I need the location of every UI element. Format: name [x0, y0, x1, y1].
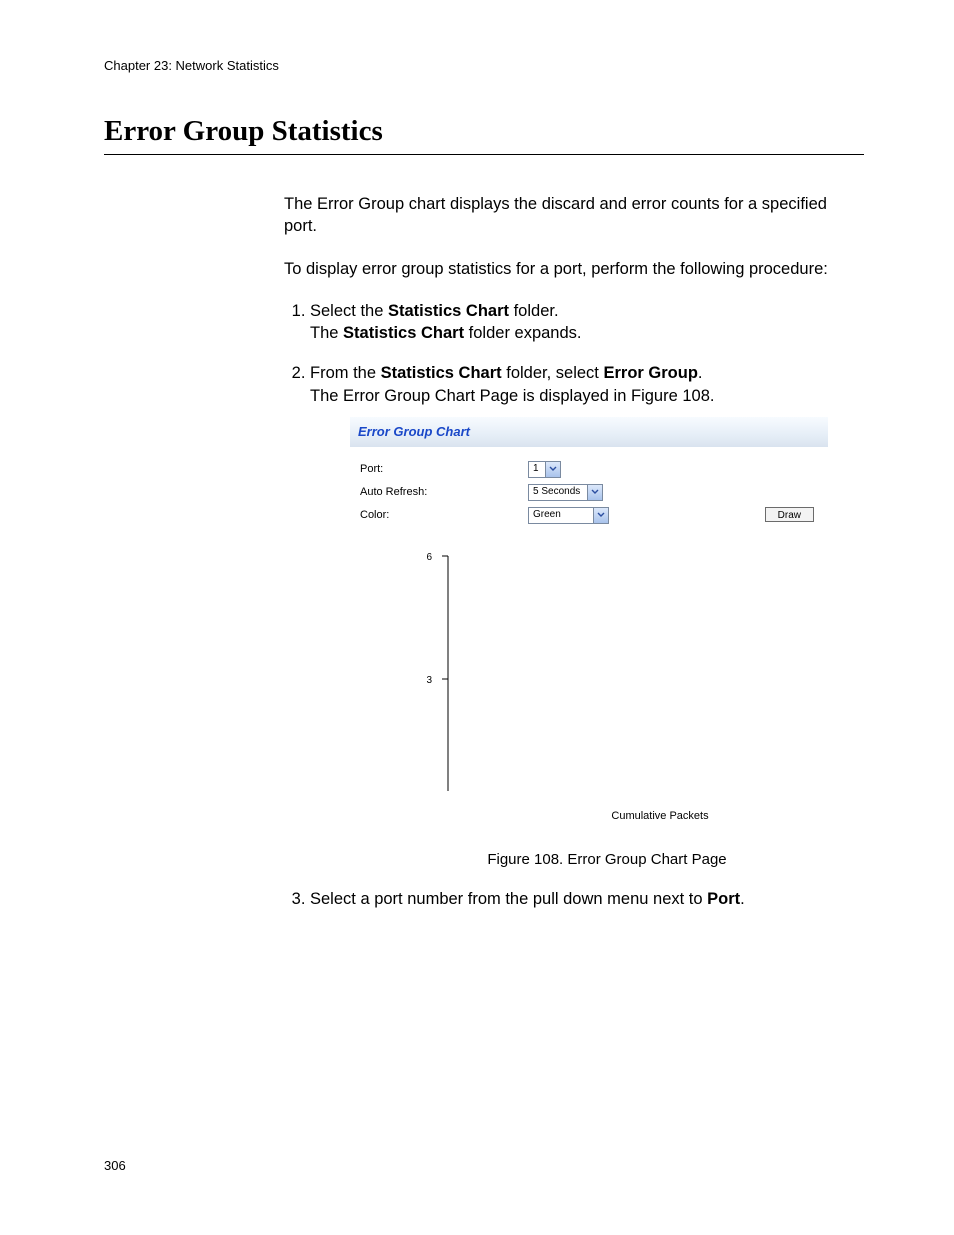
- step-1-text-a: Select the: [310, 302, 388, 320]
- auto-refresh-label: Auto Refresh:: [360, 485, 528, 500]
- auto-refresh-select[interactable]: 5 Seconds: [528, 484, 603, 501]
- port-select[interactable]: 1: [528, 461, 561, 478]
- y-tick-3: 3: [426, 675, 432, 686]
- chevron-down-icon: [545, 462, 560, 477]
- step-1-bold-a: Statistics Chart: [388, 302, 509, 320]
- port-select-value: 1: [529, 462, 545, 476]
- step-3: Select a port number from the pull down …: [310, 888, 864, 910]
- step-1-bold-b: Statistics Chart: [343, 324, 464, 342]
- step-1-text-c: The: [310, 324, 343, 342]
- step-2-text-d: The Error Group Chart Page is displayed …: [310, 385, 864, 407]
- step-1: Select the Statistics Chart folder. The …: [310, 300, 864, 345]
- chart-xlabel: Cumulative Packets: [611, 810, 709, 822]
- y-tick-6: 6: [426, 552, 432, 563]
- figure-caption: Figure 108. Error Group Chart Page: [350, 850, 864, 870]
- step-2-bold-b: Error Group: [603, 364, 697, 382]
- chevron-down-icon: [593, 508, 608, 523]
- page-number: 306: [104, 1158, 126, 1173]
- color-select-value: Green: [529, 508, 593, 522]
- figure-header: Error Group Chart: [350, 417, 828, 447]
- step-3-bold: Port: [707, 890, 740, 908]
- error-group-chart: 6 3 Cumulative Packets: [360, 544, 818, 824]
- color-select[interactable]: Green: [528, 507, 609, 524]
- step-1-text-d: folder expands.: [464, 324, 581, 342]
- color-label: Color:: [360, 508, 528, 523]
- step-3-text-a: Select a port number from the pull down …: [310, 890, 707, 908]
- title-divider: [104, 154, 864, 155]
- step-2-text-b: folder, select: [502, 364, 604, 382]
- figure-title: Error Group Chart: [358, 424, 470, 439]
- step-2: From the Statistics Chart folder, select…: [310, 362, 864, 870]
- step-3-text-b: .: [740, 890, 745, 908]
- step-2-text-a: From the: [310, 364, 381, 382]
- intro-paragraph-1: The Error Group chart displays the disca…: [284, 193, 864, 238]
- draw-button[interactable]: Draw: [765, 507, 814, 522]
- port-label: Port:: [360, 462, 528, 477]
- intro-paragraph-2: To display error group statistics for a …: [284, 258, 864, 280]
- figure-108: Error Group Chart Port: 1: [350, 417, 828, 832]
- chevron-down-icon: [587, 485, 602, 500]
- page-title: Error Group Statistics: [104, 115, 864, 148]
- auto-refresh-value: 5 Seconds: [529, 485, 587, 499]
- step-2-bold-a: Statistics Chart: [381, 364, 502, 382]
- chapter-header: Chapter 23: Network Statistics: [104, 58, 864, 73]
- step-1-text-b: folder.: [509, 302, 559, 320]
- step-2-text-c: .: [698, 364, 703, 382]
